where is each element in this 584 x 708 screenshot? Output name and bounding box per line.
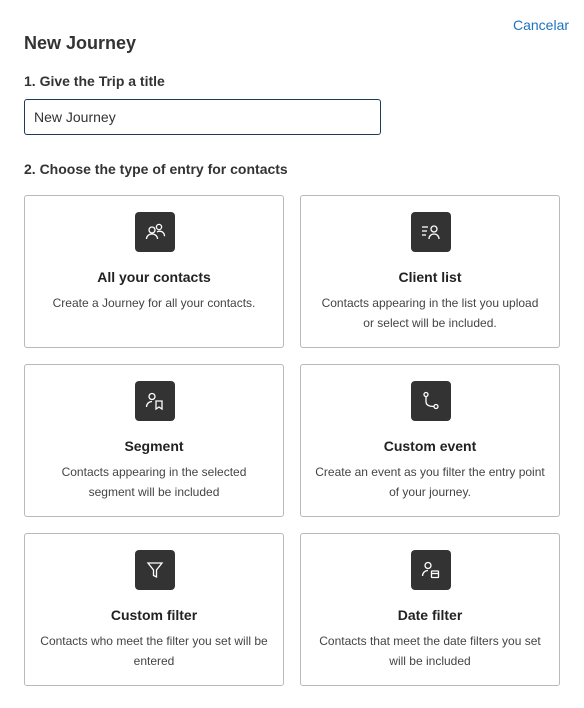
entry-card-custom-event[interactable]: Custom event Create an event as you filt… [300, 364, 560, 517]
client-list-icon [411, 212, 451, 252]
journey-title-input[interactable] [24, 99, 381, 135]
entry-card-segment[interactable]: Segment Contacts appearing in the select… [24, 364, 284, 517]
entry-card-all-contacts[interactable]: All your contacts Create a Journey for a… [24, 195, 284, 348]
entry-card-custom-filter[interactable]: Custom filter Contacts who meet the filt… [24, 533, 284, 686]
step1-label: 1. Give the Trip a title [24, 73, 165, 89]
card-title: All your contacts [97, 269, 211, 285]
filter-icon [135, 550, 175, 590]
date-filter-icon [411, 550, 451, 590]
entry-card-date-filter[interactable]: Date filter Contacts that meet the date … [300, 533, 560, 686]
card-description: Contacts that meet the date filters you … [319, 634, 541, 668]
card-description: Create a Journey for all your contacts. [52, 296, 256, 310]
card-description: Contacts who meet the filter you set wil… [40, 634, 268, 668]
segment-icon [135, 381, 175, 421]
custom-event-icon [411, 381, 451, 421]
card-description: Create an event as you filter the entry … [315, 465, 545, 499]
entry-card-client-list[interactable]: Client list Contacts appearing in the li… [300, 195, 560, 348]
card-title: Custom filter [110, 607, 198, 623]
card-title: Client list [398, 269, 462, 285]
page-title: New Journey [24, 33, 137, 53]
cancel-link[interactable]: Cancelar [513, 17, 569, 33]
step2-label: 2. Choose the type of entry for contacts [24, 161, 288, 177]
card-title: Custom event [383, 438, 477, 454]
card-title: Date filter [397, 607, 463, 623]
contacts-icon [135, 212, 175, 252]
card-title: Segment [124, 438, 184, 454]
card-description: Contacts appearing in the selected segme… [61, 465, 247, 499]
card-description: Contacts appearing in the list you uploa… [321, 296, 539, 330]
